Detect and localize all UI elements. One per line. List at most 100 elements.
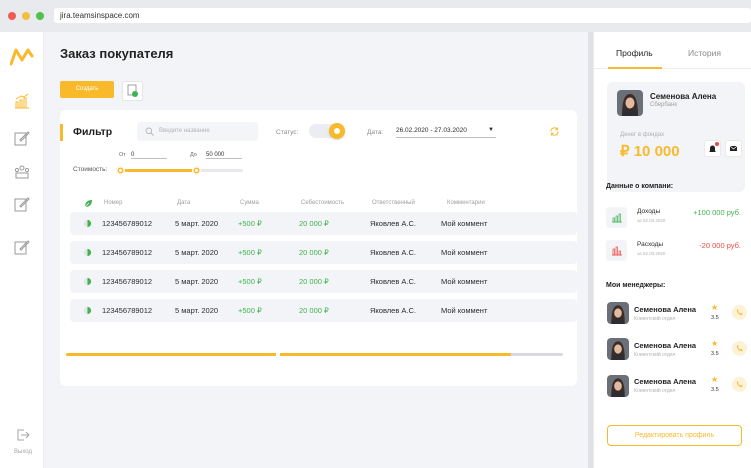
cost-from-input[interactable]: 0 xyxy=(131,152,167,159)
row-comment: Мой коммент xyxy=(441,306,488,315)
status-toggle-knob[interactable] xyxy=(329,123,345,139)
row-date: 5 март. 2020 xyxy=(175,277,219,286)
row-date: 5 март. 2020 xyxy=(175,248,219,257)
row-number: 123456789012 xyxy=(102,248,153,257)
date-range-select[interactable]: 26.02.2020 - 27.03.2020 ▼ xyxy=(396,127,496,138)
cost-range-fill xyxy=(120,169,197,172)
table-row[interactable]: 123456789012 5 март. 2020 +500 ₽ 20 000 … xyxy=(70,299,577,322)
active-tab-indicator xyxy=(608,67,662,69)
profile-org: Сбербанк xyxy=(650,102,677,108)
edit-profile-button[interactable]: Редактировать профиль xyxy=(607,425,742,446)
avatar[interactable] xyxy=(607,302,629,324)
phone-icon xyxy=(737,345,743,351)
profile-name: Семенова Алена xyxy=(650,92,717,101)
row-responsible: Яковлев А.С. xyxy=(370,277,416,286)
export-button[interactable] xyxy=(122,81,143,101)
status-toggle[interactable] xyxy=(309,123,345,139)
refresh-icon[interactable] xyxy=(549,126,560,137)
status-pie-icon xyxy=(83,248,92,257)
cost-label: Стоимость: xyxy=(73,166,108,173)
address-bar[interactable]: jira.teamsinspace.com xyxy=(54,8,751,23)
table-row[interactable]: 123456789012 5 март. 2020 +500 ₽ 20 000 … xyxy=(70,270,577,293)
row-comment: Мой коммент xyxy=(441,248,488,257)
managers-title: Мои менеджеры: xyxy=(606,282,666,289)
cost-range-max-handle[interactable] xyxy=(191,166,201,175)
cost-to-input[interactable]: 50 000 xyxy=(206,152,242,159)
browser-toolbar: jira.teamsinspace.com xyxy=(0,0,751,32)
manager-dept: Клиентский отдел xyxy=(634,352,676,358)
sidebar: Выход xyxy=(0,32,44,468)
table-row[interactable]: 123456789012 5 март. 2020 +500 ₽ 20 000 … xyxy=(70,212,577,235)
mail-icon xyxy=(729,145,738,151)
create-button[interactable]: Создать xyxy=(60,81,114,98)
income-chart-icon xyxy=(612,213,622,223)
search-input[interactable]: Введите название xyxy=(137,122,258,141)
chart-icon[interactable] xyxy=(13,92,31,110)
manager-name: Семенова Алена xyxy=(634,341,697,350)
income-label: Доходы xyxy=(637,208,661,215)
call-manager-button[interactable] xyxy=(732,377,747,392)
row-sum: +500 ₽ xyxy=(238,277,262,286)
star-icon: ★ xyxy=(711,339,719,348)
row-cost: 20 000 ₽ xyxy=(299,248,329,257)
phone-icon xyxy=(737,309,743,315)
row-cost: 20 000 ₽ xyxy=(299,219,329,228)
column-sum[interactable]: Сумма xyxy=(240,200,259,206)
table-header: Номер Дата Сумма Себестоимость Ответстве… xyxy=(60,198,577,212)
row-comment: Мой коммент xyxy=(441,219,488,228)
column-number[interactable]: Номер xyxy=(104,200,122,206)
column-cost[interactable]: Себестоимость xyxy=(301,200,344,206)
column-responsible[interactable]: Ответственный xyxy=(372,200,415,206)
manager-name: Семенова Алена xyxy=(634,305,697,314)
avatar[interactable] xyxy=(607,375,629,397)
row-sum: +500 ₽ xyxy=(238,306,262,315)
status-label: Статус: xyxy=(276,129,299,136)
cost-range-min-handle[interactable] xyxy=(115,166,125,175)
edit-icon[interactable] xyxy=(13,129,31,147)
main-content: Заказ покупателя Создать Фильтр Введите … xyxy=(44,32,588,468)
table-row[interactable]: 123456789012 5 март. 2020 +500 ₽ 20 000 … xyxy=(70,241,577,264)
scrollbar-divider xyxy=(276,353,280,356)
team-icon[interactable] xyxy=(13,162,31,180)
row-cost: 20 000 ₽ xyxy=(299,306,329,315)
row-responsible: Яковлев А.С. xyxy=(370,219,416,228)
edit-icon[interactable] xyxy=(13,195,31,213)
notification-dot xyxy=(715,142,719,146)
logo-icon[interactable] xyxy=(10,46,34,66)
row-number: 123456789012 xyxy=(102,219,153,228)
date-label: Дата: xyxy=(367,129,384,136)
profile-card: Семенова Алена Сбербанк Денег в фондах ₽… xyxy=(607,82,745,192)
manager-dept: Клиентский отдел xyxy=(634,316,676,322)
avatar[interactable] xyxy=(617,90,643,116)
maximize-window-button[interactable] xyxy=(36,12,44,20)
row-date: 5 март. 2020 xyxy=(175,219,219,228)
filter-title: Фильтр xyxy=(73,126,113,138)
exit-button[interactable]: Выход xyxy=(8,428,38,455)
tab-profile[interactable]: Профиль xyxy=(616,48,653,58)
minimize-window-button[interactable] xyxy=(22,12,30,20)
column-date[interactable]: Дата xyxy=(177,200,190,206)
income-value: +100 000 руб. xyxy=(693,208,741,217)
call-manager-button[interactable] xyxy=(732,305,747,320)
close-window-button[interactable] xyxy=(8,12,16,20)
expense-label: Расходы xyxy=(637,241,664,248)
horizontal-scrollbar[interactable] xyxy=(66,353,563,356)
chevron-down-icon: ▼ xyxy=(488,127,494,133)
star-icon: ★ xyxy=(711,303,719,312)
cost-range-slider[interactable] xyxy=(115,166,243,175)
messages-button[interactable] xyxy=(725,140,742,157)
row-sum: +500 ₽ xyxy=(238,248,262,257)
edit-icon[interactable] xyxy=(13,238,31,256)
call-manager-button[interactable] xyxy=(732,341,747,356)
column-comments[interactable]: Комментарии xyxy=(447,200,485,206)
scrollbar-thumb[interactable] xyxy=(66,353,511,356)
tab-history[interactable]: История xyxy=(688,48,721,58)
status-pie-icon xyxy=(83,306,92,315)
manager-name: Семенова Алена xyxy=(634,377,697,386)
manager-rating: 3.5 xyxy=(711,315,719,321)
row-number: 123456789012 xyxy=(102,277,153,286)
avatar[interactable] xyxy=(607,338,629,360)
notifications-button[interactable] xyxy=(704,140,721,157)
company-data-title: Данные о компани: xyxy=(606,183,674,190)
star-icon: ★ xyxy=(711,375,719,384)
